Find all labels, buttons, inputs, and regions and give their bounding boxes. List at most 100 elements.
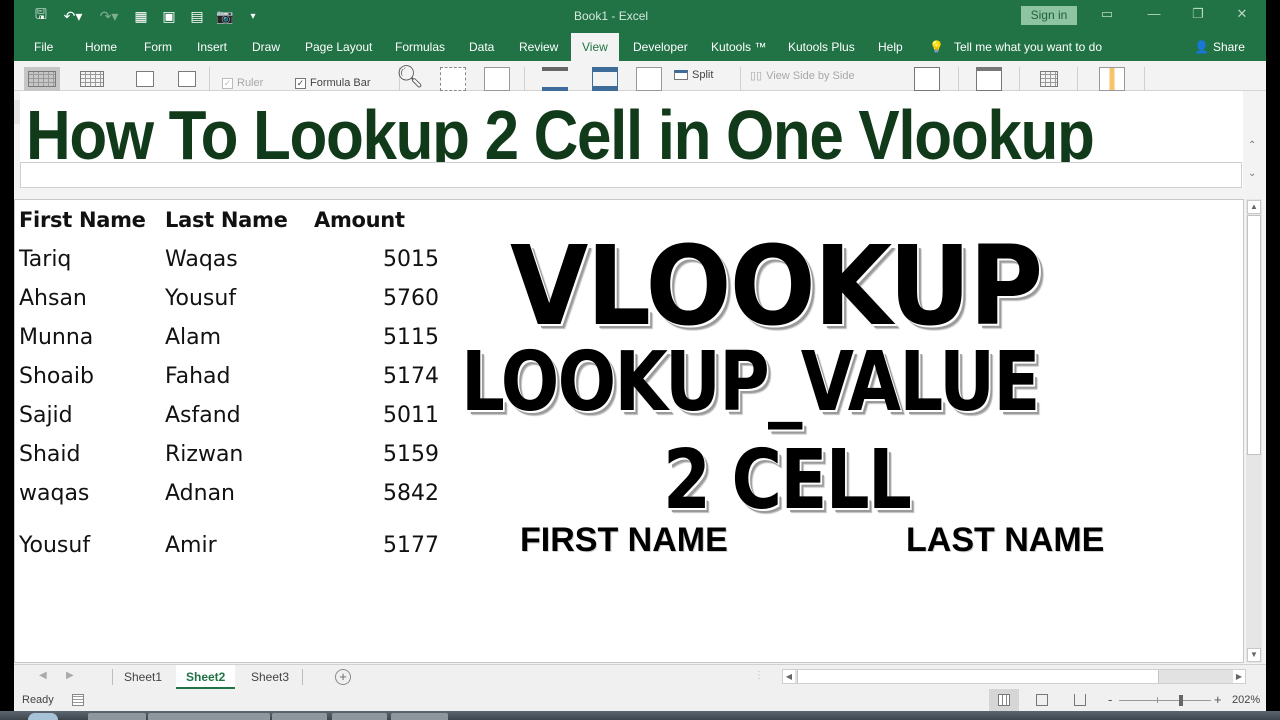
- formula-bar-checkbox[interactable]: ✓ Formula Bar: [295, 77, 371, 89]
- cell-last-name[interactable]: Asfand: [165, 403, 241, 428]
- split-button[interactable]: Split: [674, 69, 713, 81]
- zoom-level[interactable]: 202%: [1232, 694, 1260, 706]
- tab-page-layout[interactable]: Page Layout: [305, 33, 372, 61]
- taskbar-item[interactable]: [332, 713, 387, 720]
- cell-last-name[interactable]: Amir: [165, 533, 217, 558]
- cell-amount[interactable]: 5174: [383, 364, 439, 389]
- sheet-icon[interactable]: ▤: [188, 7, 206, 25]
- start-button[interactable]: [28, 713, 58, 720]
- snap-icon[interactable]: [1099, 67, 1125, 91]
- customize-icon[interactable]: ▾: [244, 7, 262, 25]
- normal-view-status-button[interactable]: [989, 689, 1019, 711]
- tab-file[interactable]: File: [34, 33, 53, 61]
- taskbar-item[interactable]: [272, 713, 327, 720]
- collapse-ribbon-icon[interactable]: ⌃: [1248, 140, 1256, 151]
- scroll-right-arrow-icon[interactable]: ▶: [1233, 670, 1245, 683]
- page-break-status-button[interactable]: [1065, 689, 1095, 711]
- share-button[interactable]: 👤 Share: [1194, 33, 1245, 61]
- tab-kutools-plus[interactable]: Kutools Plus: [788, 33, 855, 61]
- cell-amount[interactable]: 5177: [383, 533, 439, 558]
- cell-first-name[interactable]: Tariq: [19, 247, 71, 272]
- cell-first-name[interactable]: Sajid: [19, 403, 73, 428]
- cell-last-name[interactable]: Adnan: [165, 481, 235, 506]
- cell-amount[interactable]: 5159: [383, 442, 439, 467]
- zoom-slider[interactable]: [1119, 700, 1211, 701]
- restore-icon[interactable]: ❐: [1188, 6, 1208, 22]
- tab-view[interactable]: View: [571, 33, 619, 61]
- page-layout-status-button[interactable]: [1027, 689, 1057, 711]
- custom-views-button[interactable]: [174, 67, 200, 91]
- tab-split-handle[interactable]: ⋮: [754, 670, 764, 681]
- cell-amount[interactable]: 5760: [383, 286, 439, 311]
- next-sheet-icon[interactable]: ▶: [66, 670, 74, 681]
- tab-help[interactable]: Help: [878, 33, 903, 61]
- cell-first-name[interactable]: Yousuf: [19, 533, 90, 558]
- switch-windows-icon[interactable]: [914, 67, 940, 91]
- tab-draw[interactable]: Draw: [252, 33, 280, 61]
- sheet-tab-sheet3[interactable]: Sheet3: [241, 665, 299, 689]
- sheet-tab-sheet1[interactable]: Sheet1: [114, 665, 172, 689]
- sheet-tab-sheet2[interactable]: Sheet2: [176, 665, 236, 689]
- tab-form[interactable]: Form: [144, 33, 172, 61]
- tab-data[interactable]: Data: [469, 33, 494, 61]
- horizontal-scrollbar[interactable]: ◀ ▶: [782, 669, 1246, 684]
- add-sheet-icon[interactable]: +: [335, 669, 351, 685]
- page-break-preview-button[interactable]: [76, 67, 108, 91]
- tab-insert[interactable]: Insert: [197, 33, 227, 61]
- cell-last-name[interactable]: Alam: [165, 325, 221, 350]
- macro-record-icon[interactable]: [72, 694, 84, 706]
- tab-home[interactable]: Home: [85, 33, 117, 61]
- camera-icon[interactable]: 📷: [216, 7, 234, 25]
- cell-last-name[interactable]: Yousuf: [165, 286, 236, 311]
- new-window-icon[interactable]: [542, 67, 568, 91]
- page-layout-view-button[interactable]: [132, 67, 158, 91]
- scroll-down-arrow-icon[interactable]: ▼: [1247, 648, 1261, 662]
- cell-first-name[interactable]: Munna: [19, 325, 93, 350]
- save-icon[interactable]: 🖫: [32, 6, 50, 25]
- worksheet-grid[interactable]: First Name Last Name Amount Tariq Waqas …: [14, 199, 1244, 663]
- cell-last-name[interactable]: Fahad: [165, 364, 231, 389]
- prev-sheet-icon[interactable]: ◀: [39, 670, 47, 681]
- zoom-in-button[interactable]: +: [1214, 692, 1222, 707]
- cell-last-name[interactable]: Rizwan: [165, 442, 243, 467]
- cell-first-name[interactable]: Shoaib: [19, 364, 94, 389]
- header-last-name[interactable]: Last Name: [165, 208, 288, 232]
- cell-first-name[interactable]: Shaid: [19, 442, 80, 467]
- tell-me-search[interactable]: 💡 Tell me what you want to do: [929, 33, 1102, 61]
- tab-developer[interactable]: Developer: [633, 33, 688, 61]
- zoom-to-selection-icon[interactable]: [440, 67, 466, 91]
- vertical-scrollbar[interactable]: ▲ ▼: [1246, 199, 1262, 663]
- tab-kutools[interactable]: Kutools ™: [711, 33, 766, 61]
- cell-first-name[interactable]: waqas: [19, 481, 89, 506]
- cell-amount[interactable]: 5842: [383, 481, 439, 506]
- cell-first-name[interactable]: Ahsan: [19, 286, 87, 311]
- zoom-slider-thumb[interactable]: [1178, 695, 1183, 706]
- close-icon[interactable]: ✕: [1232, 6, 1252, 22]
- vertical-scroll-thumb[interactable]: [1247, 215, 1261, 455]
- taskbar-item[interactable]: [148, 713, 270, 720]
- cell-amount[interactable]: 5015: [383, 247, 439, 272]
- formula-bar-input[interactable]: [20, 162, 1242, 188]
- minimize-icon[interactable]: —: [1144, 6, 1164, 21]
- redo-icon[interactable]: ↷▾: [96, 7, 122, 25]
- cell-last-name[interactable]: Waqas: [165, 247, 238, 272]
- scroll-up-arrow-icon[interactable]: ▲: [1247, 200, 1261, 214]
- reading-layout-button[interactable]: [1036, 67, 1062, 91]
- tab-review[interactable]: Review: [519, 33, 558, 61]
- normal-view-button[interactable]: [24, 67, 60, 91]
- zoom-100-icon[interactable]: [484, 67, 510, 91]
- expand-formula-bar-icon[interactable]: ⌄: [1248, 168, 1256, 179]
- cell-amount[interactable]: 5011: [383, 403, 439, 428]
- horizontal-scroll-thumb[interactable]: [797, 670, 1159, 683]
- scroll-left-arrow-icon[interactable]: ◀: [783, 670, 795, 683]
- zoom-icon[interactable]: 🔍︎: [396, 66, 424, 91]
- freeze-icon[interactable]: ▣: [160, 7, 178, 25]
- cell-amount[interactable]: 5115: [383, 325, 439, 350]
- taskbar-item[interactable]: [391, 713, 448, 720]
- tab-formulas[interactable]: Formulas: [395, 33, 445, 61]
- form-icon[interactable]: ▦: [132, 7, 150, 25]
- freeze-panes-icon[interactable]: [636, 67, 662, 91]
- ribbon-display-icon[interactable]: ▭: [1097, 6, 1117, 22]
- header-amount[interactable]: Amount: [314, 208, 405, 232]
- header-first-name[interactable]: First Name: [19, 208, 146, 232]
